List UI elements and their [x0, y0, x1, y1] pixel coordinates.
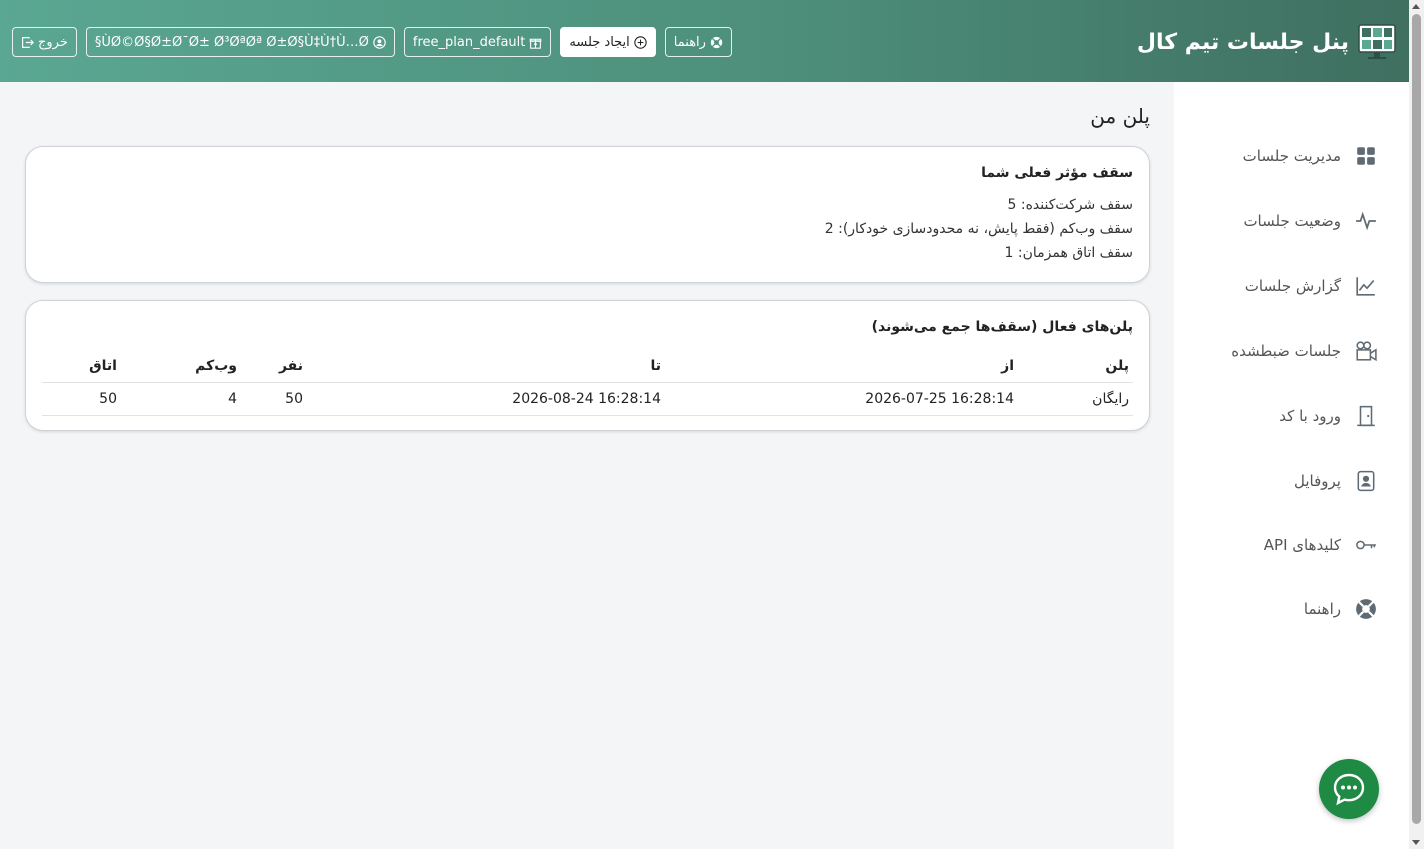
active-plans-card: پلن‌های فعال (سقف‌ها جمع می‌شوند) پلن از… [25, 300, 1150, 431]
plans-table: پلن از تا نفر وب‌کم اتاق رایگان 2026-07-… [42, 350, 1133, 416]
col-webcam: وب‌کم [195, 358, 237, 374]
cell-people: 50 [285, 391, 303, 407]
brand[interactable]: پنل جلسات تیم کال [1137, 22, 1397, 62]
cell-from: 2026-07-25 16:28:14 [865, 391, 1014, 407]
video-camera-icon [1356, 341, 1377, 362]
sidebar-item-meeting-management[interactable]: مدیریت جلسات [1243, 141, 1377, 171]
col-people: نفر [278, 358, 303, 374]
col-plan: پلن [1105, 358, 1129, 374]
chart-icon [1356, 277, 1375, 296]
app-title: پنل جلسات تیم کال [1136, 29, 1349, 55]
user-circle-icon [373, 35, 386, 49]
user-account-button[interactable]: §ÙØ©Ø§Ø±Ø¯Ø± Ø³ØªØª Ø±Ø§Ù‡Ù†Ù…Ø [85, 27, 395, 57]
top-header: پنل جلسات تیم کال خروج §ÙØ©Ø§Ø±Ø¯Ø± Ø³Øª… [0, 0, 1409, 82]
help-button[interactable]: راهنما [664, 27, 732, 57]
limits-title: سقف مؤثر فعلی شما [981, 165, 1133, 181]
key-icon [1356, 540, 1376, 550]
table-header-row: پلن از تا نفر وب‌کم اتاق [42, 350, 1133, 383]
logout-button[interactable]: خروج [12, 27, 77, 57]
sidebar-item-profile[interactable]: پروفایل [1294, 466, 1377, 496]
current-limits-card: سقف مؤثر فعلی شما سقف شرکت‌کننده: 5 سقف … [25, 146, 1150, 283]
create-meeting-button[interactable]: ایجاد جلسه [560, 27, 656, 57]
sidebar-item-help[interactable]: راهنما [1304, 594, 1377, 624]
col-to: تا [650, 358, 661, 374]
lifebuoy-icon [1356, 599, 1376, 619]
col-room: اتاق [89, 358, 117, 374]
activity-icon [1356, 211, 1376, 231]
sidebar-item-recorded-meetings[interactable]: جلسات ضبطشده [1231, 336, 1377, 366]
scroll-up-icon[interactable] [1412, 4, 1420, 9]
logout-icon [22, 36, 34, 48]
cell-room: 50 [99, 391, 117, 407]
sidebar-item-meeting-reports[interactable]: گزارش جلسات [1245, 271, 1377, 301]
page-scrollbar[interactable] [1409, 0, 1424, 849]
plan-button[interactable]: free_plan_default [403, 27, 552, 57]
scroll-thumb[interactable] [1412, 14, 1421, 824]
scroll-down-icon[interactable] [1412, 840, 1420, 845]
sidebar-item-meeting-status[interactable]: وضعیت جلسات [1243, 206, 1377, 236]
person-badge-icon [1357, 470, 1375, 492]
team-logo-icon [1358, 24, 1396, 59]
plus-circle-icon [634, 35, 647, 49]
door-icon [1357, 405, 1375, 427]
gift-icon [530, 38, 542, 49]
participant-limit: سقف شرکت‌کننده: 5 [1007, 197, 1133, 213]
table-row: رایگان 2026-07-25 16:28:14 2026-08-24 16… [42, 383, 1133, 416]
sidebar-item-join-with-code[interactable]: ورود با کد [1279, 401, 1377, 431]
col-from: از [1001, 358, 1014, 374]
webcam-limit: سقف وب‌کم (فقط پایش، نه محدودسازی خودکار… [824, 221, 1133, 237]
cell-plan: رایگان [1092, 391, 1129, 407]
chat-bubble-icon [1333, 773, 1365, 806]
lifebuoy-icon [710, 36, 723, 48]
chat-button[interactable] [1319, 759, 1379, 819]
active-plans-title: پلن‌های فعال (سقف‌ها جمع می‌شوند) [871, 319, 1133, 335]
sidebar-item-api-keys[interactable]: کلیدهای API [1264, 530, 1377, 560]
grid-icon [1357, 147, 1375, 165]
room-limit: سقف اتاق همزمان: 1 [1004, 245, 1133, 261]
cell-to: 2026-08-24 16:28:14 [512, 391, 661, 407]
header-actions: خروج §ÙØ©Ø§Ø±Ø¯Ø± Ø³ØªØª Ø±Ø§Ù‡Ù†Ù…Ø fre… [12, 27, 732, 57]
page-title: پلن من [1090, 104, 1150, 128]
sidebar: مدیریت جلسات وضعیت جلسات گزارش جلسات جلس… [1174, 82, 1409, 849]
cell-webcam: 4 [228, 391, 237, 407]
